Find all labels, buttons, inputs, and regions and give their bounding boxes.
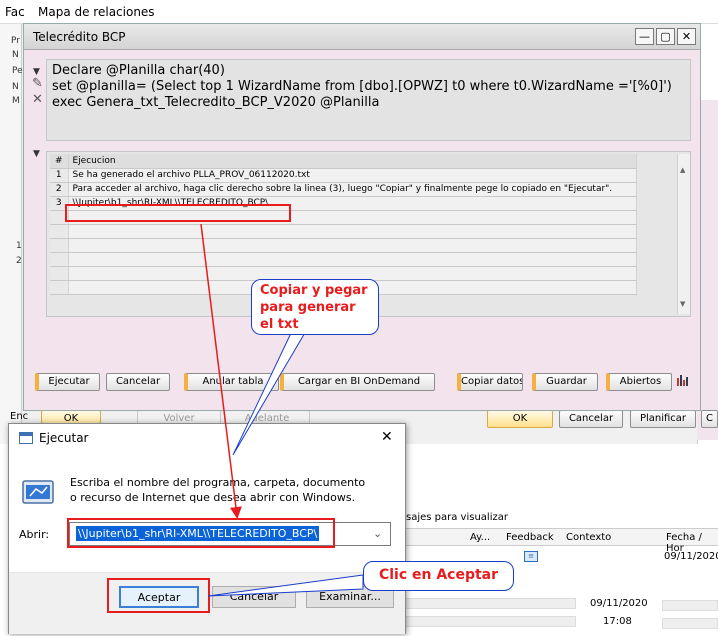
menu-item-mapa-relaciones[interactable]: Mapa de relaciones (38, 5, 155, 19)
log-row-bar (662, 618, 718, 629)
log-hint: sajes para visualizar (406, 512, 508, 523)
right-ok-button[interactable]: OK (487, 410, 553, 428)
ejecutar-button[interactable]: Ejecutar (35, 373, 100, 391)
close-button[interactable]: ✕ (677, 28, 696, 45)
copy-paste-callout-text: Copiar y pegar para generar el txt (260, 283, 368, 332)
cancelar-run-button[interactable]: Cancelar (212, 586, 296, 608)
table-row[interactable]: 2 Para acceder al archivo, haga clic der… (50, 182, 637, 197)
abiertos-button[interactable]: Abiertos (606, 373, 672, 391)
log-col-contexto[interactable]: Contexto (566, 532, 611, 543)
sql-query-editor[interactable]: Declare @Planilla char(40) set @planilla… (46, 59, 691, 141)
copiar-datos-button[interactable]: Copiar datos (457, 373, 523, 391)
log-row-bar (662, 600, 718, 611)
run-window-icon (19, 432, 33, 444)
row3-highlight (65, 204, 291, 222)
left-label: Pe (12, 66, 23, 76)
log-row-date: 09/11/2020 (664, 551, 718, 562)
scroll-down-icon[interactable]: ▼ (680, 300, 685, 308)
table-row (50, 224, 637, 239)
menu-item-fac[interactable]: Fac (5, 5, 25, 19)
left-label: N (12, 50, 19, 60)
maximize-button[interactable]: ▢ (656, 28, 675, 45)
right-more-button[interactable]: C (701, 410, 718, 428)
run-dialog-title: Ejecutar (39, 431, 89, 445)
table-row (50, 252, 637, 267)
sql-line: Declare @Planilla char(40) (52, 63, 225, 78)
right-cancelar-button[interactable]: Cancelar (559, 410, 623, 428)
left-label: M (12, 96, 20, 106)
row-number: 2 (50, 182, 69, 197)
cargar-bi-button[interactable]: Cargar en BI OnDemand (280, 373, 435, 391)
aceptar-highlight (107, 578, 210, 613)
col-ejecucion-header[interactable]: Ejecucion (68, 154, 637, 169)
run-dialog-description: Escriba el nombre del programa, carpeta,… (70, 476, 366, 504)
row-number: 1 (50, 168, 69, 183)
row-value[interactable]: Se ha generado el archivo PLLA_PROV_0611… (68, 168, 637, 183)
right-planificar-button[interactable]: Planificar (630, 410, 696, 428)
accept-callout: Clic en Aceptar (363, 561, 514, 591)
copy-paste-callout: Copiar y pegar para generar el txt (251, 279, 379, 335)
open-label: Abrir: (19, 528, 50, 541)
accept-callout-text: Clic en Aceptar (378, 567, 499, 583)
left-label: 1 (16, 241, 22, 251)
log-row-time: 17:08 (603, 616, 632, 627)
open-input-highlight (67, 518, 335, 548)
cancelar-button[interactable]: Cancelar (106, 373, 170, 391)
log-col-feedback[interactable]: Feedback (506, 532, 554, 543)
results-table: # Ejecucion 1 Se ha generado el archivo … (50, 154, 637, 295)
row-value[interactable]: Para acceder al archivo, haga clic derec… (68, 182, 637, 197)
results-header-row: # Ejecucion (50, 154, 637, 169)
menu-bar: Fac Mapa de relaciones (0, 0, 718, 24)
pencil-icon[interactable]: ✎ (32, 76, 43, 91)
results-scrollbar[interactable]: ▲ ▼ (677, 154, 690, 314)
close-icon[interactable]: ✕ (381, 429, 393, 445)
sql-line: exec Genera_txt_Telecredito_BCP_V2020 @P… (52, 95, 380, 110)
anular-tabla-button[interactable]: Anular tabla (184, 373, 279, 391)
collapse-arrow-icon[interactable]: ▼ (33, 149, 40, 159)
chart-icon[interactable] (676, 373, 690, 387)
table-row[interactable]: 1 Se ha generado el archivo PLLA_PROV_06… (50, 168, 637, 183)
telecredito-title: Telecrédito BCP (33, 30, 126, 44)
left-label: Pr (11, 36, 20, 46)
chevron-down-icon[interactable]: ⌄ (373, 527, 382, 540)
log-row-date: 09/11/2020 (590, 598, 648, 609)
log-col-ay[interactable]: Ay... (470, 532, 490, 543)
feedback-icon[interactable]: ≡ (524, 551, 538, 562)
run-program-icon (22, 480, 54, 504)
col-number-header[interactable]: # (50, 154, 69, 169)
left-label: 2 (16, 256, 22, 266)
log-row-bar (404, 598, 576, 609)
minimize-button[interactable]: — (635, 28, 654, 45)
left-label: N (12, 82, 19, 92)
telecredito-titlebar[interactable]: Telecrédito BCP — ▢ ✕ (24, 24, 700, 50)
scroll-up-icon[interactable]: ▲ (680, 166, 685, 174)
background-label-enc: Enc (10, 411, 29, 422)
table-row (50, 266, 637, 281)
table-row (50, 238, 637, 253)
run-dialog-titlebar[interactable]: Ejecutar ✕ (9, 424, 405, 453)
sql-line: set @planilla= (Select top 1 WizardName … (52, 79, 672, 94)
log-header: Ay... Feedback Contexto Fecha / Hor (404, 528, 718, 554)
guardar-button[interactable]: Guardar (532, 373, 598, 391)
eraser-icon[interactable]: ✕ (32, 92, 43, 107)
log-row-bar (404, 616, 576, 627)
